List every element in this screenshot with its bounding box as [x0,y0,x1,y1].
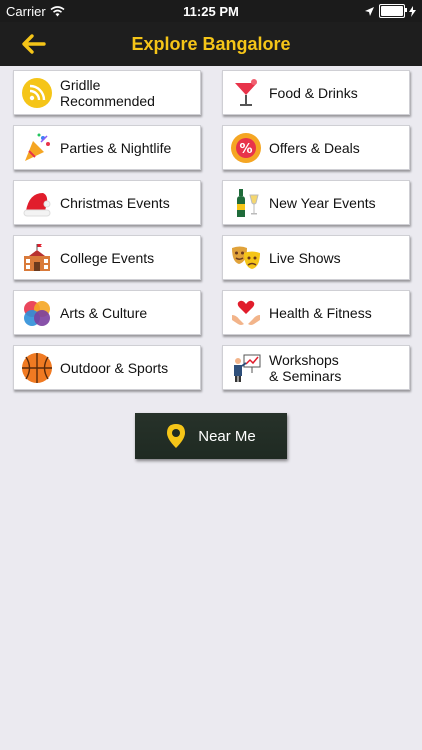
category-label: Parties & Nightlife [60,139,172,156]
category-tile-parties-nightlife[interactable]: Parties & Nightlife [13,125,201,170]
school-building-icon [20,241,54,275]
champagne-icon [229,186,263,220]
basketball-icon [20,351,54,385]
category-tile-offers-deals[interactable]: % Offers & Deals [222,125,410,170]
status-time: 11:25 PM [183,4,239,19]
cocktail-icon [229,76,263,110]
status-bar: Carrier 11:25 PM [0,0,422,22]
page-title: Explore Bangalore [131,34,291,54]
location-arrow-icon [365,6,374,16]
category-label: New Year Events [269,194,376,211]
battery-icon [379,4,407,18]
category-tile-food-drinks[interactable]: Food & Drinks [222,70,410,115]
status-right [364,4,416,18]
category-tile-workshops-seminars[interactable]: Workshops & Seminars [222,345,410,390]
santa-hat-icon [20,186,54,220]
theater-masks-icon [229,241,263,275]
party-popper-icon [20,131,54,165]
category-label: Workshops & Seminars [269,351,342,384]
category-label: Offers & Deals [269,139,360,156]
category-tile-christmas-events[interactable]: Christmas Events [13,180,201,225]
charging-bolt-icon [409,5,416,17]
location-pin-icon [167,424,186,448]
category-label: Outdoor & Sports [60,359,169,376]
category-label: Food & Drinks [269,84,358,101]
heart-hands-icon [229,296,263,330]
near-me-label: Near Me [198,427,256,445]
percent-badge-icon: % [229,131,263,165]
category-tile-new-year-events[interactable]: New Year Events [222,180,410,225]
rss-icon [20,76,54,110]
category-tile-live-shows[interactable]: Live Shows [222,235,410,280]
category-tile-health-fitness[interactable]: Health & Fitness [222,290,410,335]
palette-circles-icon [20,296,54,330]
category-label: Christmas Events [60,194,170,211]
category-label: Health & Fitness [269,304,372,321]
category-label: Gridlle Recommended [60,76,155,109]
category-label: Arts & Culture [60,304,148,321]
near-me-button[interactable]: Near Me [135,413,287,459]
category-grid: Gridlle Recommended Food & Drinks Partie [13,70,410,390]
category-tile-outdoor-sports[interactable]: Outdoor & Sports [13,345,201,390]
category-tile-gridlle-recommended[interactable]: Gridlle Recommended [13,70,201,115]
nav-bar: Explore Bangalore [0,22,422,66]
category-tile-arts-culture[interactable]: Arts & Culture [13,290,201,335]
category-tile-college-events[interactable]: College Events [13,235,201,280]
presentation-icon [229,351,263,385]
category-label: Live Shows [269,249,341,266]
svg-text:%: % [239,142,252,157]
category-label: College Events [60,249,155,266]
